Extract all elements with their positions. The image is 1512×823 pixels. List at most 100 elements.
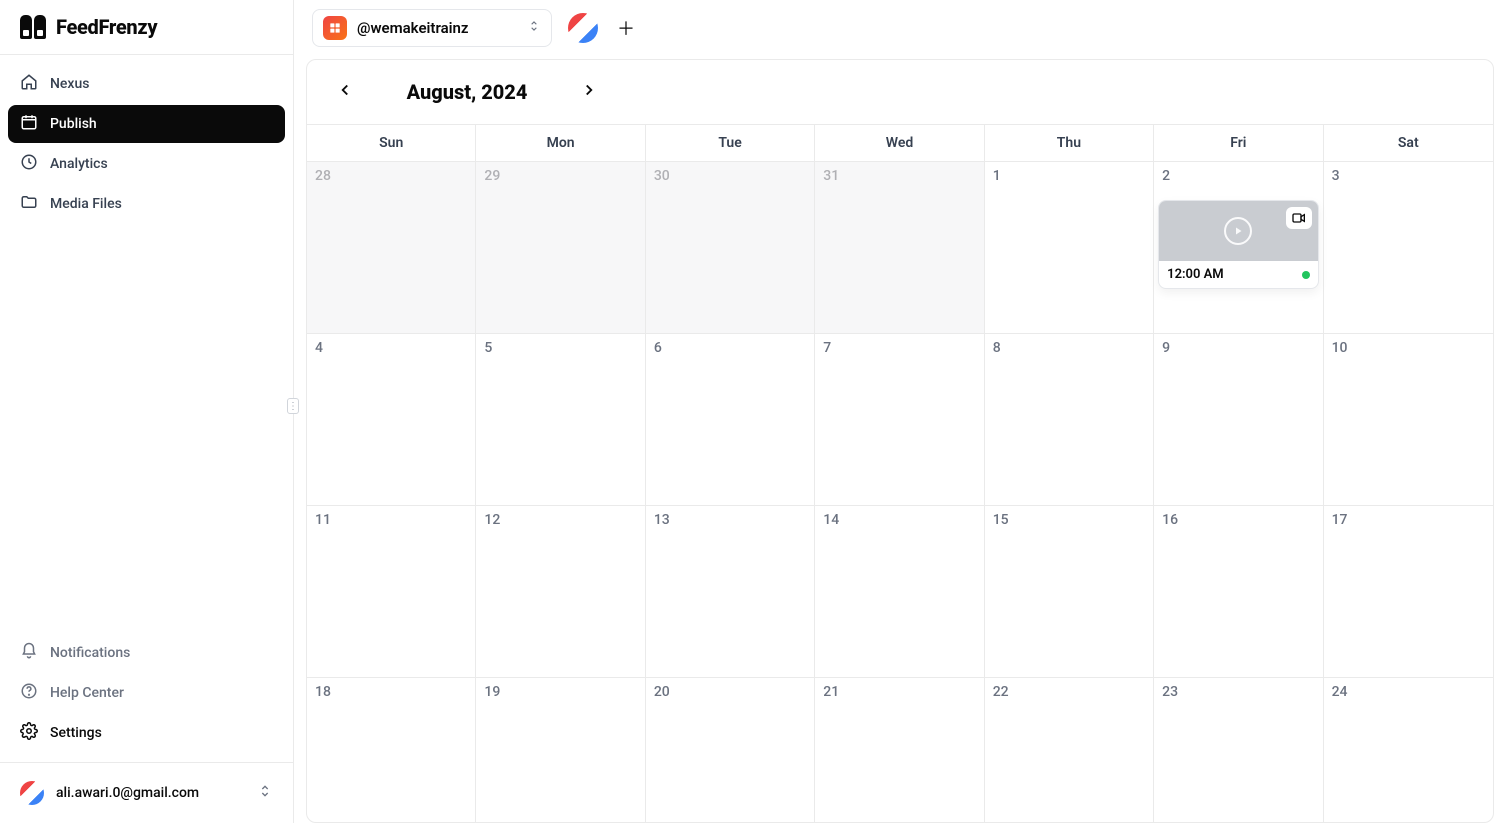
chevron-up-down-icon	[257, 783, 273, 803]
calendar-cell[interactable]: 8	[985, 334, 1154, 506]
calendar-cell[interactable]: 20	[646, 678, 815, 822]
calendar-cell[interactable]: 28	[307, 162, 476, 334]
day-number: 13	[654, 512, 806, 528]
calendar-prev-button[interactable]	[331, 78, 359, 106]
nav-label: Publish	[50, 116, 97, 132]
status-dot	[1302, 271, 1310, 279]
calendar-icon	[20, 113, 38, 135]
day-number: 14	[823, 512, 975, 528]
calendar-cell[interactable]: 23	[1154, 678, 1323, 822]
calendar-cell[interactable]: 11	[307, 506, 476, 678]
day-number: 30	[654, 168, 806, 184]
calendar-cell[interactable]: 30	[646, 162, 815, 334]
chevron-up-down-icon	[527, 19, 541, 37]
logo-icon	[20, 15, 46, 39]
user-email: ali.awari.0@gmail.com	[56, 785, 245, 801]
add-account-button[interactable]: ＋	[614, 16, 638, 40]
calendar-cell[interactable]: 16	[1154, 506, 1323, 678]
topbar: @wemakeitrainz ＋	[294, 0, 1512, 55]
nav-item-publish[interactable]: Publish	[8, 105, 285, 143]
chevron-right-icon	[580, 81, 598, 103]
plus-icon: ＋	[617, 15, 635, 41]
video-badge-icon	[1286, 207, 1312, 229]
calendar-cell[interactable]: 12	[476, 506, 645, 678]
day-number: 9	[1162, 340, 1314, 356]
weekday-label: Sun	[307, 125, 476, 161]
day-number: 6	[654, 340, 806, 356]
home-icon	[20, 73, 38, 95]
calendar-cell[interactable]: 24	[1324, 678, 1493, 822]
day-number: 12	[484, 512, 636, 528]
calendar-cell[interactable]: 5	[476, 334, 645, 506]
day-number: 24	[1332, 684, 1485, 700]
nav-item-settings[interactable]: Settings	[8, 714, 285, 752]
calendar-title: August, 2024	[387, 80, 547, 104]
day-number: 1	[993, 168, 1145, 184]
weekday-label: Sat	[1324, 125, 1493, 161]
calendar-cell[interactable]: 18	[307, 678, 476, 822]
day-number: 23	[1162, 684, 1314, 700]
nav-label: Help Center	[50, 685, 124, 701]
day-number: 4	[315, 340, 467, 356]
scheduled-post-card[interactable]: 12:00 AM	[1158, 200, 1318, 289]
day-number: 22	[993, 684, 1145, 700]
post-time: 12:00 AM	[1167, 267, 1224, 282]
day-number: 2	[1162, 168, 1314, 184]
calendar-cell[interactable]: 31	[815, 162, 984, 334]
calendar-cell[interactable]: 7	[815, 334, 984, 506]
weekday-label: Tue	[646, 125, 815, 161]
user-menu[interactable]: ali.awari.0@gmail.com	[0, 762, 293, 823]
calendar-cell[interactable]: 15	[985, 506, 1154, 678]
calendar-grid: 2829303112 12:00 AM 34567891011121314151…	[307, 162, 1493, 822]
day-number: 28	[315, 168, 467, 184]
weekday-label: Fri	[1154, 125, 1323, 161]
nav-item-analytics[interactable]: Analytics	[8, 145, 285, 183]
calendar-cell[interactable]: 6	[646, 334, 815, 506]
day-number: 21	[823, 684, 975, 700]
calendar-cell[interactable]: 17	[1324, 506, 1493, 678]
sidebar-resize-handle[interactable]	[287, 398, 299, 414]
calendar-cell[interactable]: 4	[307, 334, 476, 506]
post-media-thumbnail	[1159, 201, 1317, 261]
account-picker[interactable]: @wemakeitrainz	[312, 9, 552, 47]
clock-icon	[20, 153, 38, 175]
calendar-header: August, 2024	[307, 60, 1493, 124]
calendar-cell[interactable]: 22	[985, 678, 1154, 822]
day-number: 18	[315, 684, 467, 700]
nav-label: Notifications	[50, 645, 130, 661]
nav-label: Media Files	[50, 196, 122, 212]
nav-label: Nexus	[50, 76, 89, 92]
folder-icon	[20, 193, 38, 215]
calendar-cell[interactable]: 29	[476, 162, 645, 334]
calendar-cell[interactable]: 14	[815, 506, 984, 678]
brand-header: FeedFrenzy	[0, 0, 293, 55]
nav-label: Settings	[50, 725, 102, 741]
weekday-label: Thu	[985, 125, 1154, 161]
weekday-label: Wed	[815, 125, 984, 161]
calendar-cell[interactable]: 3	[1324, 162, 1493, 334]
connected-account-avatar[interactable]	[568, 13, 598, 43]
main-nav: Nexus Publish Analytics Media Files	[0, 55, 293, 624]
avatar	[20, 781, 44, 805]
day-number: 10	[1332, 340, 1485, 356]
day-number: 11	[315, 512, 467, 528]
day-number: 16	[1162, 512, 1314, 528]
calendar-next-button[interactable]	[575, 78, 603, 106]
day-number: 29	[484, 168, 636, 184]
calendar-cell[interactable]: 10	[1324, 334, 1493, 506]
play-icon	[1224, 217, 1252, 245]
calendar-cell[interactable]: 19	[476, 678, 645, 822]
calendar-cell[interactable]: 13	[646, 506, 815, 678]
nav-item-help-center[interactable]: Help Center	[8, 674, 285, 712]
nav-item-notifications[interactable]: Notifications	[8, 634, 285, 672]
nav-item-media-files[interactable]: Media Files	[8, 185, 285, 223]
post-meta: 12:00 AM	[1159, 261, 1317, 288]
nav-label: Analytics	[50, 156, 108, 172]
gear-icon	[20, 722, 38, 744]
nav-item-nexus[interactable]: Nexus	[8, 65, 285, 103]
calendar-cell[interactable]: 9	[1154, 334, 1323, 506]
calendar-cell[interactable]: 21	[815, 678, 984, 822]
calendar-cell[interactable]: 2 12:00 AM	[1154, 162, 1323, 334]
calendar-cell[interactable]: 1	[985, 162, 1154, 334]
footer-nav: Notifications Help Center Settings	[0, 624, 293, 762]
